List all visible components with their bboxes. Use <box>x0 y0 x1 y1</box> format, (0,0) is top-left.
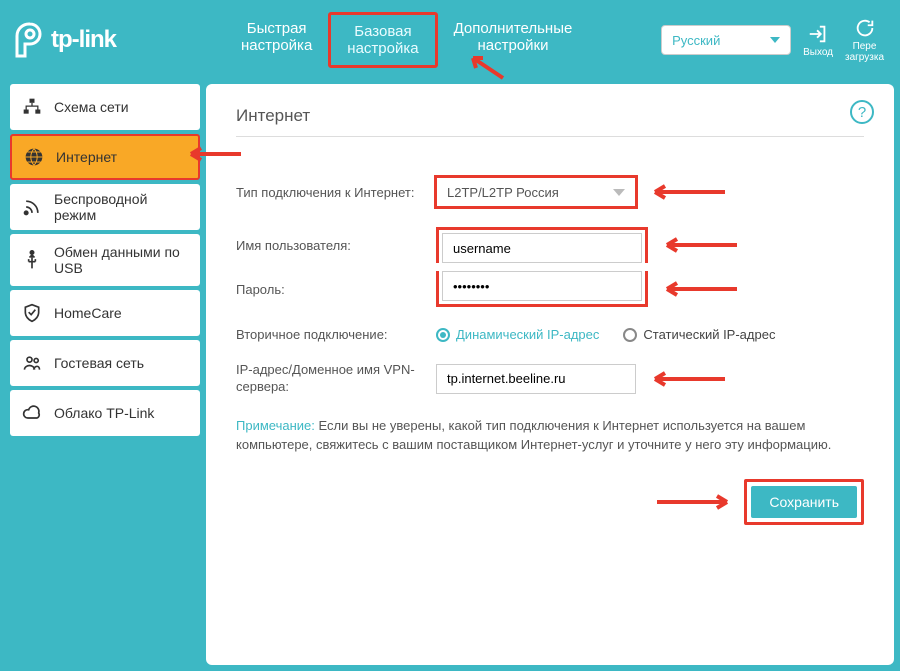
chevron-down-icon <box>613 189 625 196</box>
cloud-icon <box>22 403 42 423</box>
annotation-arrow <box>468 50 508 80</box>
username-input[interactable] <box>442 233 642 263</box>
wifi-icon <box>22 197 42 217</box>
annotation-arrow <box>662 279 742 299</box>
top-tabs: Быстрая настройка Базовая настройка Допо… <box>225 12 588 69</box>
reload-button[interactable]: Пере загрузка <box>845 17 884 63</box>
secondary-conn-label: Вторичное подключение: <box>236 327 436 342</box>
guests-icon <box>22 353 42 373</box>
sidebar-item-usb[interactable]: Обмен данными по USB <box>10 234 200 286</box>
sidebar-item-wireless[interactable]: Беспроводной режим <box>10 184 200 230</box>
language-value: Русский <box>672 33 720 48</box>
sidebar: Схема сети Интернет Беспроводной режим О… <box>0 80 200 671</box>
language-select[interactable]: Русский <box>661 25 791 55</box>
radio-icon <box>436 328 450 342</box>
globe-icon <box>24 147 44 167</box>
note-text: Примечание: Если вы не уверены, какой ти… <box>236 416 864 455</box>
annotation-arrow <box>650 369 730 389</box>
vpn-server-input[interactable] <box>436 364 636 394</box>
annotation-arrow <box>662 235 742 255</box>
logout-icon <box>807 23 829 45</box>
shield-icon <box>22 303 42 323</box>
annotation-arrow <box>186 144 246 164</box>
annotation-arrow <box>652 492 732 512</box>
sidebar-item-internet[interactable]: Интернет <box>10 134 200 180</box>
radio-dynamic-ip[interactable]: Динамический IP-адрес <box>436 327 599 342</box>
reload-icon <box>854 17 876 39</box>
usb-icon <box>22 250 42 270</box>
help-button[interactable]: ? <box>850 100 874 124</box>
password-input[interactable] <box>442 271 642 301</box>
logo-text: tp-link <box>51 26 116 54</box>
radio-static-ip[interactable]: Статический IP-адрес <box>623 327 775 342</box>
conn-type-select[interactable]: L2TP/L2TP Россия <box>436 177 636 207</box>
logo-icon <box>15 22 45 58</box>
sidebar-item-network-map[interactable]: Схема сети <box>10 84 200 130</box>
vpn-server-label: IP-адрес/Доменное имя VPN-сервера: <box>236 362 436 396</box>
logout-button[interactable]: Выход <box>803 23 833 58</box>
sidebar-item-cloud[interactable]: Облако TP-Link <box>10 390 200 436</box>
conn-type-label: Тип подключения к Интернет: <box>236 185 436 200</box>
content-panel: Интернет ? Тип подключения к Интернет: L… <box>206 84 894 665</box>
tab-advanced-setup[interactable]: Дополнительные настройки <box>438 12 589 69</box>
header: tp-link Быстрая настройка Базовая настро… <box>0 0 900 80</box>
username-label: Имя пользователя: <box>236 238 436 253</box>
chevron-down-icon <box>770 37 780 43</box>
save-button[interactable]: Сохранить <box>751 486 857 518</box>
tab-quick-setup[interactable]: Быстрая настройка <box>225 12 328 69</box>
tab-basic-setup[interactable]: Базовая настройка <box>328 12 437 69</box>
sidebar-item-guest[interactable]: Гостевая сеть <box>10 340 200 386</box>
radio-icon <box>623 328 637 342</box>
password-label: Пароль: <box>236 282 436 297</box>
sidebar-item-homecare[interactable]: HomeCare <box>10 290 200 336</box>
page-title: Интернет <box>236 106 864 137</box>
network-map-icon <box>22 97 42 117</box>
annotation-arrow <box>650 182 730 202</box>
logo: tp-link <box>10 22 200 58</box>
